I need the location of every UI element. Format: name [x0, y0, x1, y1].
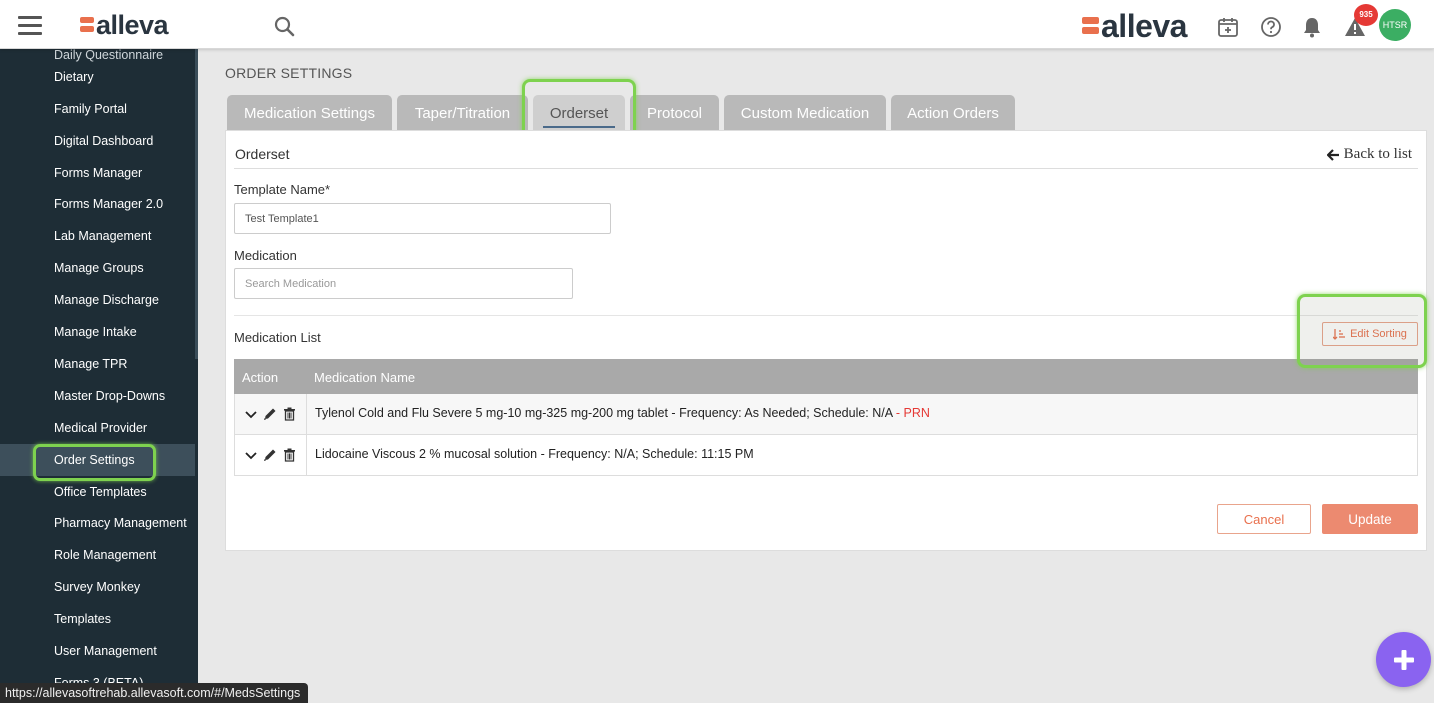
- tab-taper-titration[interactable]: Taper/Titration: [397, 95, 528, 130]
- sidebar-item-medical-provider[interactable]: Medical Provider: [0, 412, 195, 444]
- sidebar-item-manage-tpr[interactable]: Manage TPR: [0, 348, 195, 380]
- sidebar-item-manage-discharge[interactable]: Manage Discharge: [0, 284, 195, 316]
- logo-mark-icon: [1082, 16, 1099, 37]
- tab-protocol[interactable]: Protocol: [630, 95, 719, 130]
- pencil-icon[interactable]: [263, 407, 277, 421]
- divider: [234, 315, 1418, 316]
- arrow-left-icon: [1326, 148, 1339, 161]
- tab-medication-settings[interactable]: Medication Settings: [227, 95, 392, 130]
- sort-icon: [1333, 329, 1346, 340]
- table-row: Lidocaine Viscous 2 % mucosal solution -…: [234, 435, 1418, 476]
- update-button[interactable]: Update: [1322, 504, 1418, 534]
- sidebar-item-survey-monkey[interactable]: Survey Monkey: [0, 571, 195, 603]
- tab-custom-medication[interactable]: Custom Medication: [724, 95, 886, 130]
- sidebar-item-family-portal[interactable]: Family Portal: [0, 93, 195, 125]
- tab-orderset[interactable]: Orderset: [533, 95, 625, 130]
- avatar[interactable]: HTSR: [1379, 9, 1411, 41]
- search-icon[interactable]: [274, 16, 295, 42]
- tab-action-orders[interactable]: Action Orders: [891, 95, 1015, 130]
- sidebar-item-lab-management[interactable]: Lab Management: [0, 220, 195, 252]
- edit-sorting-label: Edit Sorting: [1350, 328, 1407, 340]
- medication-name-cell: Tylenol Cold and Flu Severe 5 mg-10 mg-3…: [315, 406, 930, 420]
- brand-logo-right: alleva: [1082, 8, 1187, 45]
- medication-label: Medication: [234, 248, 297, 263]
- cancel-button[interactable]: Cancel: [1217, 504, 1311, 534]
- prn-tag: - PRN: [892, 406, 930, 420]
- sidebar-item-master-drop-downs[interactable]: Master Drop-Downs: [0, 380, 195, 412]
- status-bar-url: https://allevasoftrehab.allevasoft.com/#…: [0, 683, 309, 703]
- notification-badge[interactable]: 935: [1354, 4, 1378, 26]
- chevron-down-icon[interactable]: [245, 449, 257, 461]
- sidebar-item-order-settings[interactable]: Order Settings: [0, 444, 195, 476]
- bell-icon[interactable]: [1301, 16, 1323, 43]
- add-fab-button[interactable]: [1376, 632, 1431, 687]
- logo-mark-icon: [80, 16, 94, 35]
- active-tab-indicator: [543, 126, 615, 128]
- plus-icon: [1393, 649, 1414, 670]
- pencil-icon[interactable]: [263, 448, 277, 462]
- sidebar-item-forms-manager[interactable]: Forms Manager: [0, 157, 195, 189]
- medication-table: Action Medication Name Tylenol Cold and …: [234, 359, 1418, 476]
- template-name-field[interactable]: [234, 203, 611, 234]
- medication-name: Tylenol Cold and Flu Severe 5 mg-10 mg-3…: [315, 406, 893, 420]
- orderset-panel: Orderset Back to list Template Name* Med…: [225, 130, 1427, 551]
- sidebar-item-office-templates[interactable]: Office Templates: [0, 476, 195, 508]
- edit-sorting-button[interactable]: Edit Sorting: [1322, 322, 1418, 346]
- brand-logo[interactable]: alleva: [80, 10, 169, 41]
- sidebar-item-pharmacy-management[interactable]: Pharmacy Management: [0, 507, 195, 539]
- panel-header: Orderset Back to list: [234, 139, 1418, 169]
- medication-name-cell: Lidocaine Viscous 2 % mucosal solution -…: [315, 447, 754, 461]
- column-header-medication-name: Medication Name: [314, 370, 416, 385]
- table-header: Action Medication Name: [234, 359, 1418, 394]
- template-name-label: Template Name*: [234, 182, 331, 197]
- sidebar-item-dietary[interactable]: Dietary: [0, 61, 195, 93]
- page-title: ORDER SETTINGS: [225, 65, 353, 81]
- column-header-action: Action: [242, 370, 279, 385]
- logo-text: alleva: [1101, 8, 1187, 44]
- chevron-down-icon[interactable]: [245, 408, 257, 420]
- row-actions: [235, 394, 307, 434]
- medication-list-label: Medication List: [234, 330, 321, 345]
- back-to-list-label: Back to list: [1343, 146, 1412, 162]
- sidebar-item-user-management[interactable]: User Management: [0, 635, 195, 667]
- search-medication-input[interactable]: [234, 268, 573, 299]
- sidebar-item-role-management[interactable]: Role Management: [0, 539, 195, 571]
- sidebar-item-templates[interactable]: Templates: [0, 603, 195, 635]
- medication-name: Lidocaine Viscous 2 % mucosal solution -…: [315, 447, 754, 461]
- row-actions: [235, 435, 307, 475]
- table-row: Tylenol Cold and Flu Severe 5 mg-10 mg-3…: [234, 394, 1418, 435]
- sidebar-item-manage-intake[interactable]: Manage Intake: [0, 316, 195, 348]
- sidebar-item-digital-dashboard[interactable]: Digital Dashboard: [0, 125, 195, 157]
- calendar-plus-icon[interactable]: [1217, 16, 1239, 43]
- logo-text: alleva: [96, 10, 169, 40]
- top-bar: alleva alleva 935 HTSR: [0, 0, 1434, 49]
- trash-icon[interactable]: [283, 407, 296, 421]
- sidebar-item-forms-manager-2[interactable]: Forms Manager 2.0: [0, 188, 195, 220]
- sidebar: Daily Questionnaire Dietary Family Porta…: [0, 49, 198, 703]
- help-icon[interactable]: [1260, 16, 1282, 43]
- back-to-list-link[interactable]: Back to list: [1326, 146, 1412, 163]
- panel-title: Orderset: [235, 146, 290, 162]
- sidebar-item-manage-groups[interactable]: Manage Groups: [0, 252, 195, 284]
- tab-orderset-label: Orderset: [549, 105, 609, 122]
- menu-icon[interactable]: [18, 16, 42, 36]
- trash-icon[interactable]: [283, 448, 296, 462]
